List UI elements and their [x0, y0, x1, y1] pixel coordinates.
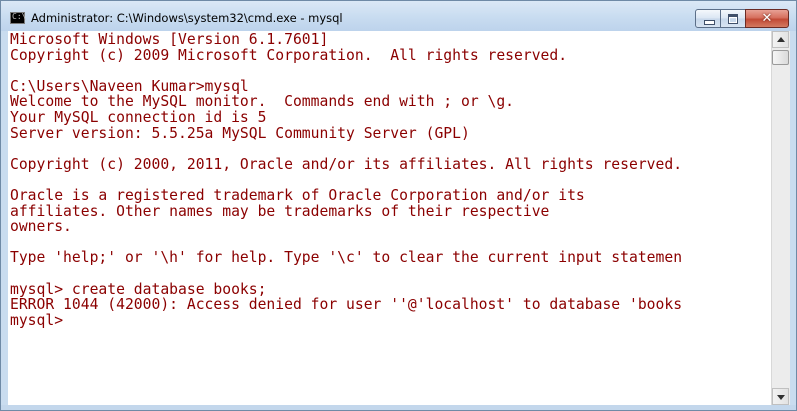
minimize-icon: [704, 20, 715, 25]
console-line: Copyright (c) 2009 Microsoft Corporation…: [10, 46, 568, 64]
console-output[interactable]: Microsoft Windows [Version 6.1.7601] Copy…: [8, 31, 771, 405]
maximize-icon: [728, 14, 738, 24]
vertical-scrollbar[interactable]: [771, 31, 790, 405]
console-line: affiliates. Other names may be trademark…: [10, 202, 550, 220]
close-button[interactable]: ✕: [745, 9, 789, 28]
console-line: mysql>: [10, 311, 64, 329]
maximize-button[interactable]: [720, 9, 746, 28]
close-icon: ✕: [761, 11, 773, 26]
console-line: Microsoft Windows [Version 6.1.7601]: [10, 31, 329, 48]
window-title: Administrator: C:\Windows\system32\cmd.e…: [31, 11, 343, 25]
window-frame-bottom: [1, 405, 796, 410]
console-line: owners.: [10, 218, 72, 236]
scroll-down-button[interactable]: [772, 388, 789, 405]
minimize-button[interactable]: [695, 9, 721, 28]
console-line: Type 'help;' or '\h' for help. Type '\c'…: [10, 249, 683, 267]
console-line: Copyright (c) 2000, 2011, Oracle and/or …: [10, 155, 683, 173]
cmd-window: C:\ Administrator: C:\Windows\system32\c…: [0, 0, 797, 411]
cmd-icon[interactable]: C:\: [10, 12, 27, 24]
console-line: ERROR 1044 (42000): Access denied for us…: [10, 296, 683, 314]
console-line: C:\Users\Naveen Kumar>mysql: [10, 77, 249, 95]
scroll-up-arrow-icon: [777, 37, 785, 42]
console-line: Your MySQL connection id is 5: [10, 108, 267, 126]
caption-buttons: ✕: [695, 9, 789, 28]
console-line: Server version: 5.5.25a MySQL Community …: [10, 124, 470, 142]
console-line: Welcome to the MySQL monitor. Commands e…: [10, 93, 515, 111]
scroll-down-arrow-icon: [777, 395, 785, 400]
console-line: Oracle is a registered trademark of Orac…: [10, 186, 585, 204]
title-bar[interactable]: C:\ Administrator: C:\Windows\system32\c…: [1, 1, 796, 31]
scroll-thumb[interactable]: [772, 50, 789, 65]
console-line: mysql> create database books;: [10, 280, 267, 298]
console-text: Microsoft Windows [Version 6.1.7601] Copy…: [8, 31, 771, 328]
scroll-up-button[interactable]: [772, 31, 789, 48]
cmd-icon-glyph: C:\: [12, 12, 27, 21]
